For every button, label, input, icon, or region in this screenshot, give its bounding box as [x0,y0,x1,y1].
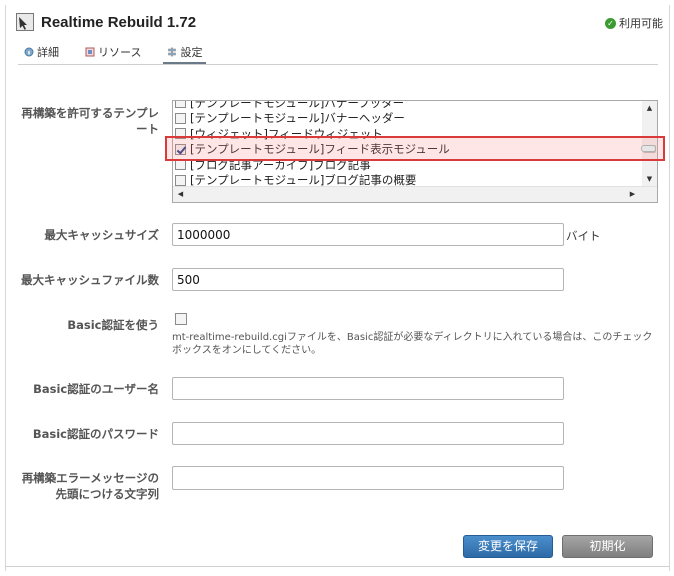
info-icon [24,47,34,57]
resource-icon [85,47,95,57]
template-option[interactable]: [テンプレートモジュール]バナーフッター [173,100,643,111]
basic-password-label: Basic認証のパスワード [32,427,159,441]
templates-vertical-scrollbar[interactable]: ▲ ▼ [642,101,657,187]
templates-label: 再構築を許可するテンプレート [21,106,159,136]
template-option-checkbox[interactable] [175,143,186,155]
templates-horizontal-scrollbar[interactable]: ◀ ▶ [173,186,657,202]
basic-auth-checkbox[interactable] [175,313,187,325]
templates-listbox[interactable]: [テンプレートモジュール]バナーフッター [テンプレートモジュール]バナーヘッダー… [172,100,658,203]
settings-icon [167,47,177,57]
template-option-label: [テンプレートモジュール]フィード表示モジュール [190,142,450,157]
tab-resources-label: リソース [98,46,142,59]
template-option-label: [テンプレートモジュール]バナーフッター [190,100,405,110]
max-cache-files-input[interactable] [172,268,564,291]
template-option-label: [ブログ記事アーカイブ]ブログ記事 [190,157,371,172]
save-changes-button[interactable]: 変更を保存 [463,535,553,558]
templates-list: [テンプレートモジュール]バナーフッター [テンプレートモジュール]バナーヘッダー… [173,100,643,188]
plugin-icon [16,13,34,31]
template-option-label: [ウィジェット]フィードウィジェット [190,126,383,141]
tab-divider [18,64,658,65]
error-prefix-label: 再構築エラーメッセージの先頭につける文字列 [21,471,159,501]
max-cache-files-label: 最大キャッシュファイル数 [21,273,159,287]
tab-bar: 詳細 リソース 設定 [20,42,224,64]
scroll-down-arrow-icon[interactable]: ▼ [642,172,657,187]
plugin-title: Realtime Rebuild 1.72 [41,14,197,31]
template-option-checkbox[interactable] [175,112,186,124]
scroll-right-arrow-icon[interactable]: ▶ [625,187,640,202]
basic-auth-help-text: mt-realtime-rebuild.cgiファイルを、Basic認証が必要な… [172,332,653,356]
error-prefix-input[interactable] [172,466,564,490]
highlight-scroll-thumb [641,145,656,152]
scroll-up-arrow-icon[interactable]: ▲ [642,101,657,116]
template-option-checkbox[interactable] [175,159,186,171]
tab-details-label: 詳細 [37,46,59,59]
template-option-checkbox[interactable] [175,174,186,186]
template-option[interactable]: [ウィジェット]フィードウィジェット [173,126,643,142]
tab-settings[interactable]: 設定 [163,42,207,64]
template-option-label: [テンプレートモジュール]バナーヘッダー [190,111,405,126]
basic-auth-label: Basic認証を使う [67,318,159,332]
max-cache-size-label: 最大キャッシュサイズ [44,228,159,242]
template-option[interactable]: [ブログ記事アーカイブ]ブログ記事 [173,157,643,173]
basic-username-input[interactable] [172,377,564,400]
tab-details[interactable]: 詳細 [20,42,63,62]
check-icon: ✓ [605,17,616,29]
bytes-unit: バイト [566,229,601,243]
template-option[interactable]: [テンプレートモジュール]フィード表示モジュール [173,142,643,158]
tab-resources[interactable]: リソース [81,42,145,62]
status-label: 利用可能 [619,17,663,30]
template-option[interactable]: [テンプレートモジュール]バナーヘッダー [173,111,643,127]
status-badge: ✓ 利用可能 [605,15,663,31]
reset-button[interactable]: 初期化 [562,535,653,558]
max-cache-size-input[interactable] [172,223,564,246]
plugin-header: Realtime Rebuild 1.72 ✓ 利用可能 [10,10,665,38]
basic-password-input[interactable] [172,422,564,445]
tab-settings-label: 設定 [180,46,203,59]
panel-bottom-divider [5,566,670,567]
basic-username-label: Basic認証のユーザー名 [33,382,159,396]
template-option-checkbox[interactable] [175,101,186,109]
scroll-left-arrow-icon[interactable]: ◀ [173,187,188,202]
template-option-checkbox[interactable] [175,128,186,140]
